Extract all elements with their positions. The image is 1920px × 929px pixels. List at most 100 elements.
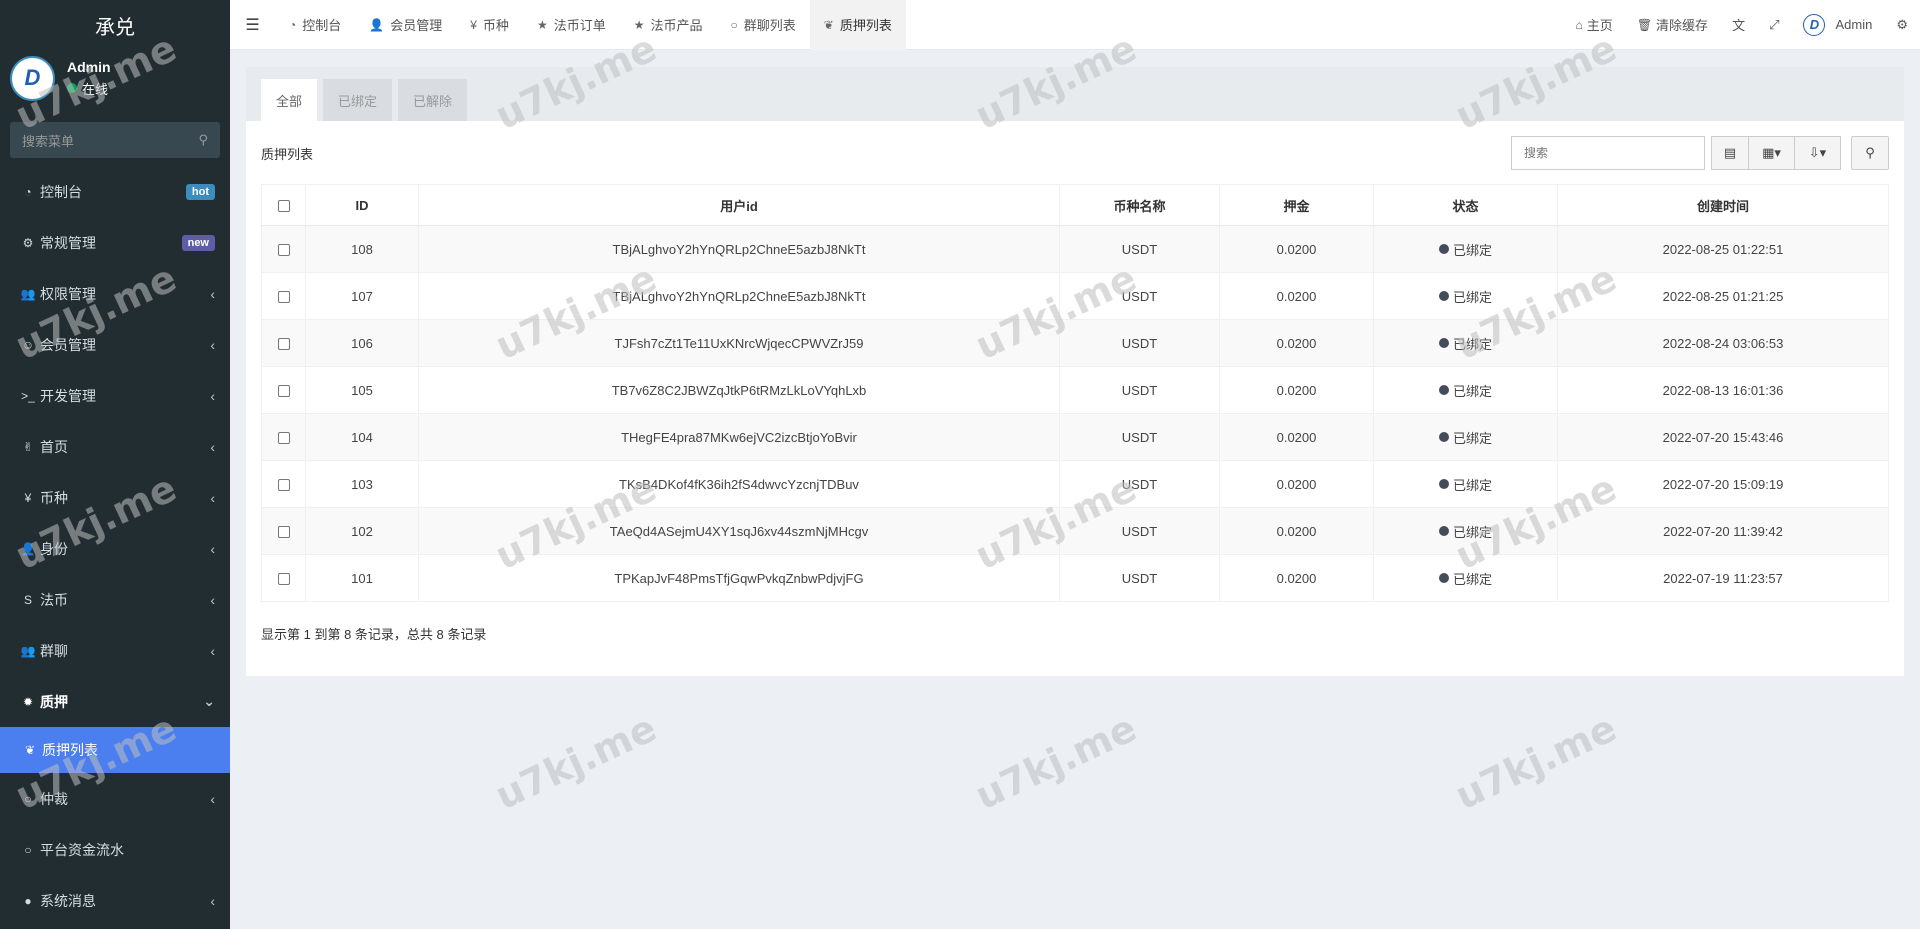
table-row[interactable]: 108 TBjALghvoY2hYnQRLp2ChneE5azbJ8NkTt USD… [261,225,1889,273]
row-checkbox[interactable] [277,338,290,351]
col-created-time[interactable]: 创建时间 [1557,184,1889,226]
top-tab-1[interactable]: 👤 会员管理 [355,0,456,50]
toggle-card-view-button[interactable]: ▤ [1711,136,1749,170]
home-icon: ⌂ [1575,17,1583,32]
col-deposit[interactable]: 押金 [1219,184,1374,226]
row-checkbox[interactable] [277,573,290,586]
row-checkbox[interactable] [277,526,290,539]
table-row[interactable]: 103 TKsB4DKof4fK36ih2fS4dwvcYzcnjTDBuv USD… [261,460,1889,508]
cell-id: 108 [305,225,419,273]
top-tab-4[interactable]: ★ 法币产品 [620,0,717,50]
clear-cache-button[interactable]: 🗑 清除缓存 [1625,15,1720,34]
row-checkbox[interactable] [277,244,290,257]
search-button[interactable]: ⚲ [1851,136,1889,170]
cell-id: 105 [305,366,419,414]
row-checkbox[interactable] [277,432,290,445]
sidebar-item-9[interactable]: 👥 群聊 ‹ [0,625,230,676]
top-tab-label: 法币订单 [553,18,606,33]
menu-toggle-icon[interactable]: ☰ [230,15,275,35]
status-badge: 已绑定 [1438,287,1492,306]
sidebar-item-label: 系统消息 [40,892,96,909]
sidebar-item-label: 仲裁 [40,790,68,807]
menu-search-input[interactable]: 搜索菜单 ⚲ [10,122,220,158]
grid-icon: ▦▾ [1762,145,1781,160]
sidebar-item-3[interactable]: ☺ 会员管理 ‹ [0,319,230,370]
cell-deposit: 0.0200 [1219,225,1374,273]
sidebar-item-5[interactable]: ✌ 首页 ‹ [0,421,230,472]
cell-user-id: TBjALghvoY2hYnQRLp2ChneE5azbJ8NkTt [418,272,1060,320]
sidebar-item-0[interactable]: ◔ 控制台 hot [0,166,230,217]
yen-icon: ¥ [24,490,32,505]
table-row[interactable]: 107 TBjALghvoY2hYnQRLp2ChneE5azbJ8NkTt USD… [261,272,1889,320]
top-tab-2[interactable]: ¥ 币种 [456,0,523,50]
status-dot-icon [1438,291,1449,301]
columns-dropdown-button[interactable]: ▦▾ [1749,136,1795,170]
sidebar-item-4[interactable]: >_ 开发管理 ‹ [0,370,230,421]
export-dropdown-button[interactable]: ⇩▾ [1795,136,1841,170]
settings-gear-icon[interactable]: ⚙ [1884,17,1920,33]
table-row[interactable]: 104 THegFE4pra87MKw6ejVC2izcBtjoYoBvir USD… [261,413,1889,461]
status-badge: 已绑定 [1438,428,1492,447]
sidebar-item-2[interactable]: 👥 权限管理 ‹ [0,268,230,319]
user-status: 在线 [67,79,111,98]
tab-released[interactable]: 已解除 [398,79,468,121]
tab-bound[interactable]: 已绑定 [323,79,393,121]
status-dot-icon [1438,526,1449,536]
row-checkbox[interactable] [277,385,290,398]
status-text: 已绑定 [1452,524,1492,540]
cell-id: 104 [305,413,419,461]
row-checkbox[interactable] [277,479,290,492]
col-coin-name[interactable]: 币种名称 [1059,184,1220,226]
sidebar-item-label: 质押列表 [42,742,98,758]
search-icon[interactable]: ⚲ [198,132,208,148]
sidebar-item-7[interactable]: 👤 身份 ‹ [0,523,230,574]
col-id[interactable]: ID [305,184,419,226]
tab-all[interactable]: 全部 [261,79,318,121]
export-icon: ⇩▾ [1808,145,1827,160]
top-tab-3[interactable]: ★ 法币订单 [523,0,620,50]
sidebar-item-12[interactable]: ○ 仲裁 ‹ [0,773,230,824]
top-tab-0[interactable]: ◔ 控制台 [275,0,355,50]
cell-created-time: 2022-07-20 15:09:19 [1557,460,1889,508]
sidebar-item-13[interactable]: ○ 平台资金流水 [0,824,230,875]
top-tab-5[interactable]: ○ 群聊列表 [717,0,810,50]
table-row[interactable]: 105 TB7v6Z8C2JBWZqJtkP6tRMzLkLoVYqhLxb USD… [261,366,1889,414]
top-navbar: ☰ ◔ 控制台 👤 会员管理 ¥ 币种 ★ 法币订单 ★ 法币产品 ○ 群聊列表 ❦ 质押列表 ⌂ 主页 🗑… [230,0,1920,50]
watermark-text: u7kj.me [488,705,663,819]
row-checkbox[interactable] [277,291,290,304]
victory-hand-icon: ✌ [22,439,34,454]
circle-icon: ○ [24,842,32,857]
sidebar-item-label: 控制台 [40,183,82,200]
table-row[interactable]: 106 TJFsh7cZt1Te11UxKNrcWjqecCPWVZrJ59 USD… [261,319,1889,367]
chevron-left-icon: ‹ [210,790,215,807]
language-icon[interactable]: 文 [1720,15,1757,34]
sidebar-item-8[interactable]: S 法币 ‹ [0,574,230,625]
app-logo[interactable]: 承兑 [0,0,230,50]
sidebar-item-11[interactable]: ❦ 质押列表 [0,727,230,773]
top-tabs: ◔ 控制台 👤 会员管理 ¥ 币种 ★ 法币订单 ★ 法币产品 ○ 群聊列表 ❦ 质押列表 [275,0,906,50]
main-panel: 全部 已绑定 已解除 质押列表 ▤ ▦▾ ⇩▾ ⚲ ID 用户id 币种名称 押… [246,67,1904,676]
sidebar-item-10[interactable]: ✹ 质押 ⌄ [0,676,230,727]
col-user-id[interactable]: 用户id [418,184,1060,226]
top-tab-6[interactable]: ❦ 质押列表 [809,0,906,50]
cell-user-id: TB7v6Z8C2JBWZqJtkP6tRMzLkLoVYqhLxb [418,366,1060,414]
top-tab-label: 群聊列表 [743,18,796,33]
chevron-left-icon: ‹ [210,438,215,455]
table-search-input[interactable] [1511,136,1705,170]
menu-badge: hot [185,183,215,200]
home-link[interactable]: ⌂ 主页 [1564,15,1625,34]
sidebar-item-14[interactable]: ● 系统消息 ‹ [0,875,230,926]
table-row[interactable]: 101 TPKapJvF48PmsTfjGqwPvkqZnbwPdjvjFG USD… [261,554,1889,602]
cell-created-time: 2022-08-13 16:01:36 [1557,366,1889,414]
status-text: 已绑定 [1452,571,1492,587]
user-menu[interactable]: D Admin [1791,13,1884,36]
sidebar-item-1[interactable]: ⚙ 常规管理 new [0,217,230,268]
sidebar-item-6[interactable]: ¥ 币种 ‹ [0,472,230,523]
col-status[interactable]: 状态 [1373,184,1558,226]
fullscreen-icon[interactable]: ⤢ [1757,17,1791,33]
status-dot-icon [1438,432,1449,442]
table-row[interactable]: 102 TAeQd4ASejmU4XY1sqJ6xv44szmNjMHcgv USD… [261,507,1889,555]
cell-id: 102 [305,507,419,555]
select-all-checkbox[interactable] [277,200,290,213]
dashboard-icon: ◔ [289,17,297,32]
